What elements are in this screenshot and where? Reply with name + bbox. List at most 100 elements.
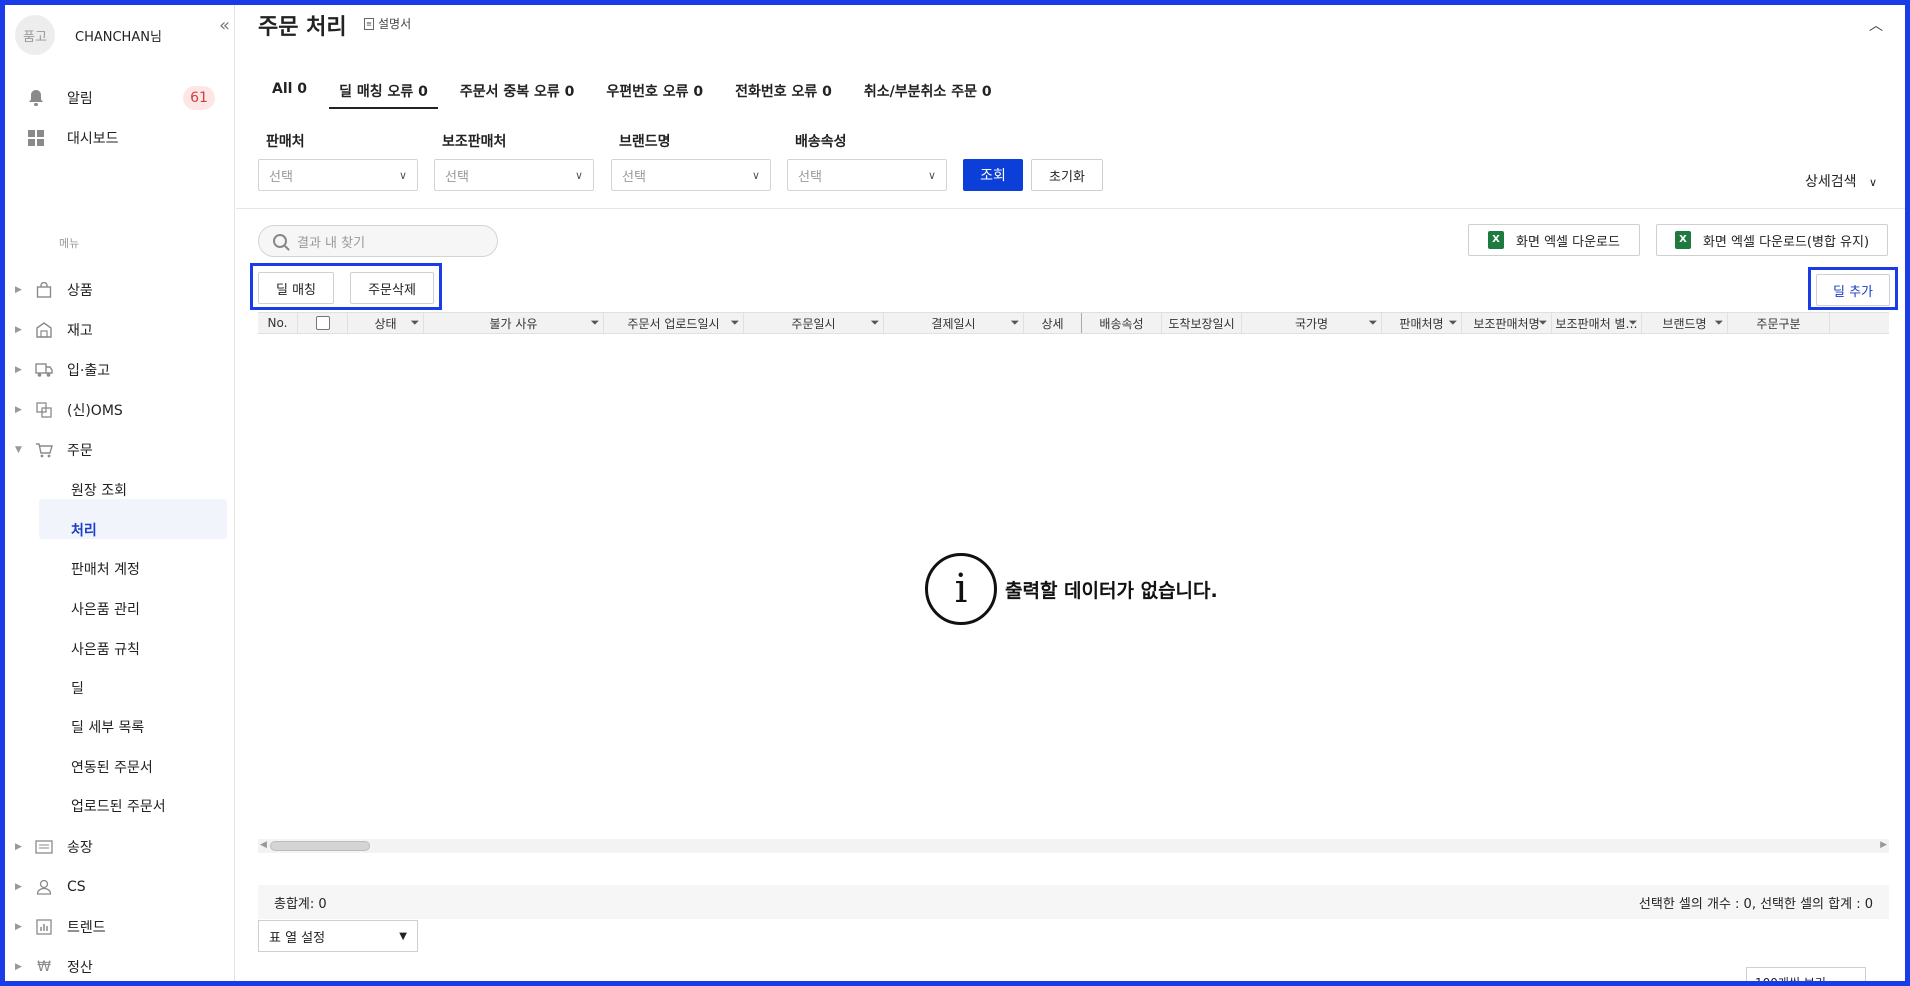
order-delete-button[interactable]: 주문삭제 (350, 272, 434, 304)
scroll-right-icon[interactable]: ▶ (1880, 840, 1887, 850)
sidebar-sub-uploaded-orders[interactable]: 업로드된 주문서 (71, 794, 166, 818)
deal-match-button[interactable]: 딜 매칭 (258, 272, 334, 304)
sidebar-item-label: 입·출고 (67, 363, 111, 379)
sidebar-item-inout[interactable]: ▶ 입·출고 (15, 358, 225, 382)
page-title: 주문 처리 (258, 15, 347, 40)
menu-section-label: 메뉴 (59, 237, 80, 250)
error-tabs: All 0 딜 매칭 오류 0 주문서 중복 오류 0 우편번호 오류 0 전화… (262, 73, 1014, 109)
col-header-reason[interactable]: 불가 사유 (424, 313, 604, 333)
sidebar-item-settlement[interactable]: ▶ ₩ 정산 (15, 955, 225, 979)
col-header-order-date[interactable]: 주문일시 (744, 313, 884, 333)
brand-select[interactable]: 선택 ∨ (611, 159, 771, 191)
manual-link[interactable]: ≡ 설명서 (364, 15, 411, 32)
sidebar-item-label: 대시보드 (67, 131, 119, 147)
sidebar-item-alerts[interactable]: 알림 61 (25, 86, 225, 110)
tab-duplicate-order-error[interactable]: 주문서 중복 오류 0 (450, 73, 585, 109)
chevron-down-icon: ∨ (398, 168, 407, 182)
filter-icon[interactable]: ⏷ (408, 313, 422, 333)
chevron-up-icon[interactable]: ︿ (1869, 15, 1883, 35)
sidebar-item-label: 상품 (67, 283, 93, 299)
sidebar-item-cs[interactable]: ▶ CS (15, 875, 225, 899)
tab-deal-matching-error[interactable]: 딜 매칭 오류 0 (329, 73, 438, 109)
sidebar-sub-gift-rules[interactable]: 사은품 규칙 (71, 637, 140, 661)
truck-icon (33, 360, 55, 380)
result-search-input[interactable]: 결과 내 찾기 (258, 225, 498, 257)
sidebar-sub-seller-account[interactable]: 판매처 계정 (71, 557, 140, 581)
caret-down-icon: ▼ (399, 930, 407, 942)
advanced-search-label: 상세검색 (1804, 174, 1857, 190)
tab-postal-code-error[interactable]: 우편번호 오류 0 (596, 73, 713, 109)
col-header-no[interactable]: No. (258, 313, 298, 333)
col-header-payment-date[interactable]: 결제일시 (884, 313, 1024, 333)
advanced-search-toggle[interactable]: 상세검색 ∨ (1805, 171, 1877, 191)
excel-icon: X (1674, 231, 1691, 249)
filter-icon[interactable]: ⏷ (1536, 313, 1550, 333)
sidebar-sub-deal-details[interactable]: 딜 세부 목록 (71, 715, 144, 739)
col-header-select-all[interactable] (298, 313, 348, 333)
search-icon (273, 234, 287, 248)
chevron-down-icon: ∨ (751, 168, 760, 182)
sidebar-item-trend[interactable]: ▶ 트렌드 (15, 915, 225, 939)
deal-add-button[interactable]: 딜 추가 (1816, 274, 1890, 306)
select-all-checkbox[interactable] (315, 316, 330, 330)
filter-icon[interactable]: ⏷ (868, 313, 882, 333)
tab-phone-error[interactable]: 전화번호 오류 0 (725, 73, 842, 109)
sidebar-sub-processing[interactable]: 처리 (71, 518, 97, 542)
sidebar-item-label: 알림 (67, 91, 93, 107)
column-settings-select[interactable]: 표 열 설정 ▼ (258, 920, 418, 952)
sidebar-sub-linked-orders[interactable]: 연동된 주문서 (71, 755, 153, 779)
sidebar-sub-gift-manage[interactable]: 사은품 관리 (71, 597, 140, 621)
seller-select[interactable]: 선택 ∨ (258, 159, 418, 191)
user-name: CHANCHAN님 (75, 29, 162, 45)
sidebar-sub-ledger[interactable]: 원장 조회 (71, 478, 127, 502)
filter-icon[interactable]: ⏷ (728, 313, 742, 333)
sidebar-item-invoice[interactable]: ▶ 송장 (15, 835, 225, 859)
filter-icon[interactable]: ⏷ (1626, 313, 1640, 333)
sidebar-item-dashboard[interactable]: 대시보드 (25, 126, 225, 150)
horizontal-scrollbar[interactable]: ◀ ▶ (258, 839, 1889, 853)
excel-download-button[interactable]: X 화면 엑셀 다운로드 (1468, 224, 1640, 256)
sidebar-item-orders[interactable]: ▼ 주문 (15, 438, 225, 462)
scrollbar-thumb[interactable] (270, 841, 370, 851)
col-header-arrival-guarantee[interactable]: 도착보장일시 (1162, 313, 1242, 333)
filter-icon[interactable]: ⏷ (1008, 313, 1022, 333)
dashboard-icon (25, 128, 47, 148)
excel-download-merged-button[interactable]: X 화면 엑셀 다운로드(병합 유지) (1656, 224, 1888, 256)
column-settings-label: 표 열 설정 (269, 930, 326, 946)
tab-cancelled-orders[interactable]: 취소/부분취소 주문 0 (854, 73, 1002, 109)
filter-icon[interactable]: ⏷ (1712, 313, 1726, 333)
col-header-country[interactable]: 국가명 (1242, 313, 1382, 333)
sub-seller-select[interactable]: 선택 ∨ (434, 159, 594, 191)
reset-button[interactable]: 초기화 (1031, 159, 1103, 191)
manual-label: 설명서 (378, 17, 412, 31)
sidebar-item-new-oms[interactable]: ▶ (신)OMS (15, 398, 225, 422)
sidebar-item-products[interactable]: ▶ 상품 (15, 278, 225, 302)
search-button[interactable]: 조회 (963, 159, 1023, 191)
collapse-sidebar-icon[interactable]: « (219, 15, 230, 36)
sidebar-sub-deal[interactable]: 딜 (71, 676, 84, 700)
filter-icon[interactable]: ⏷ (1446, 313, 1460, 333)
user-profile[interactable]: 품고 CHANCHAN님 (15, 15, 225, 55)
cart-icon (33, 440, 55, 460)
col-header-shipping[interactable]: 배송속성 (1082, 313, 1162, 333)
select-value: 선택 (445, 169, 469, 185)
col-header-upload-date[interactable]: 주문서 업로드일시 (604, 313, 744, 333)
caret-right-icon: ▶ (15, 922, 22, 932)
shipping-select[interactable]: 선택 ∨ (787, 159, 947, 191)
excel-icon: X (1488, 231, 1505, 249)
filter-icon[interactable]: ⏷ (1366, 313, 1380, 333)
scroll-left-icon[interactable]: ◀ (260, 840, 267, 850)
bell-icon (25, 88, 47, 108)
caret-right-icon: ▶ (15, 285, 22, 295)
col-header-detail[interactable]: 상세 (1024, 313, 1082, 333)
invoice-icon (33, 837, 55, 857)
selection-summary: 선택한 셀의 개수 : 0, 선택한 셀의 합계 : 0 (1638, 896, 1873, 912)
page-size-select[interactable]: 100개씩 보기 (1746, 967, 1866, 986)
col-header-order-type[interactable]: 주문구분 (1728, 313, 1830, 333)
empty-state: i 출력할 데이터가 없습니다. (925, 553, 1218, 625)
user-icon (33, 877, 55, 897)
tab-all[interactable]: All 0 (262, 73, 317, 109)
filter-icon[interactable]: ⏷ (588, 313, 602, 333)
excel-download-merged-label: 화면 엑셀 다운로드(병합 유지) (1702, 234, 1870, 250)
sidebar-item-stock[interactable]: ▶ 재고 (15, 318, 225, 342)
